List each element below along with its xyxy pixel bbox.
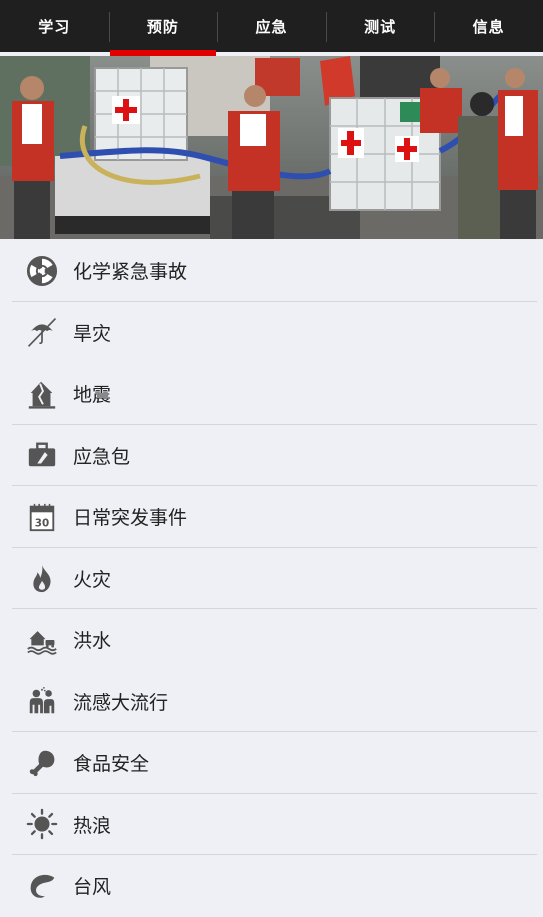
tab-learn-label: 学习: [38, 17, 71, 36]
list-item-flood[interactable]: 洪水: [0, 609, 543, 671]
calendar-icon: 30: [26, 501, 58, 533]
list-item-earthquake[interactable]: 地震: [0, 363, 543, 425]
list-item-chemical[interactable]: 化学紧急事故: [0, 240, 543, 302]
list-item-label: 地震: [73, 384, 112, 407]
list-item-typhoon[interactable]: 台风: [0, 855, 543, 917]
tab-test-label: 测试: [364, 17, 397, 36]
list-item-drought[interactable]: 旱灾: [0, 302, 543, 364]
list-item-label: 洪水: [73, 630, 112, 653]
hero-photo: [0, 56, 543, 239]
tab-test[interactable]: 测试: [325, 0, 435, 52]
typhoon-icon: [26, 870, 58, 902]
list-item-label: 应急包: [73, 445, 131, 468]
tab-prevent[interactable]: 预防: [108, 0, 218, 56]
hero-photo-illustration: [0, 56, 543, 239]
top-tab-bar: 学习 预防 应急 测试 信息: [0, 0, 543, 56]
list-item-label: 火灾: [73, 568, 112, 591]
flu-people-icon: [26, 685, 58, 717]
tab-emergency-label: 应急: [255, 17, 288, 36]
tab-emergency[interactable]: 应急: [217, 0, 326, 52]
list-item-emergency-kit[interactable]: 应急包: [0, 425, 543, 487]
list-item-pandemic-flu[interactable]: 流感大流行: [0, 671, 543, 733]
tab-prevent-label: 预防: [146, 17, 179, 36]
tab-info-label: 信息: [472, 17, 505, 36]
radiation-icon: [26, 255, 58, 287]
list-item-daily-incident[interactable]: 30 日常突发事件: [0, 486, 543, 548]
list-item-heatwave[interactable]: 热浪: [0, 794, 543, 856]
calendar-number: 30: [35, 517, 49, 529]
prevention-topic-list: 化学紧急事故 旱灾 地震 应急包 30 日常突发事件 火灾 洪水 流感大流行 食…: [0, 240, 543, 917]
list-item-label: 旱灾: [73, 322, 112, 345]
earthquake-house-icon: [26, 378, 58, 410]
tab-info[interactable]: 信息: [434, 0, 543, 52]
list-item-food-safety[interactable]: 食品安全: [0, 732, 543, 794]
drumstick-icon: [26, 747, 58, 779]
list-item-label: 化学紧急事故: [73, 261, 188, 284]
tab-learn[interactable]: 学习: [0, 0, 109, 52]
list-item-label: 台风: [73, 876, 112, 899]
sun-icon: [26, 808, 58, 840]
kit-bag-icon: [26, 439, 58, 471]
flood-icon: [26, 624, 58, 656]
flame-icon: [26, 562, 58, 594]
list-item-label: 流感大流行: [73, 691, 169, 714]
no-umbrella-icon: [26, 316, 58, 348]
list-item-label: 热浪: [73, 814, 112, 837]
list-item-label: 食品安全: [73, 753, 150, 776]
list-item-fire[interactable]: 火灾: [0, 548, 543, 610]
list-item-label: 日常突发事件: [73, 507, 188, 530]
